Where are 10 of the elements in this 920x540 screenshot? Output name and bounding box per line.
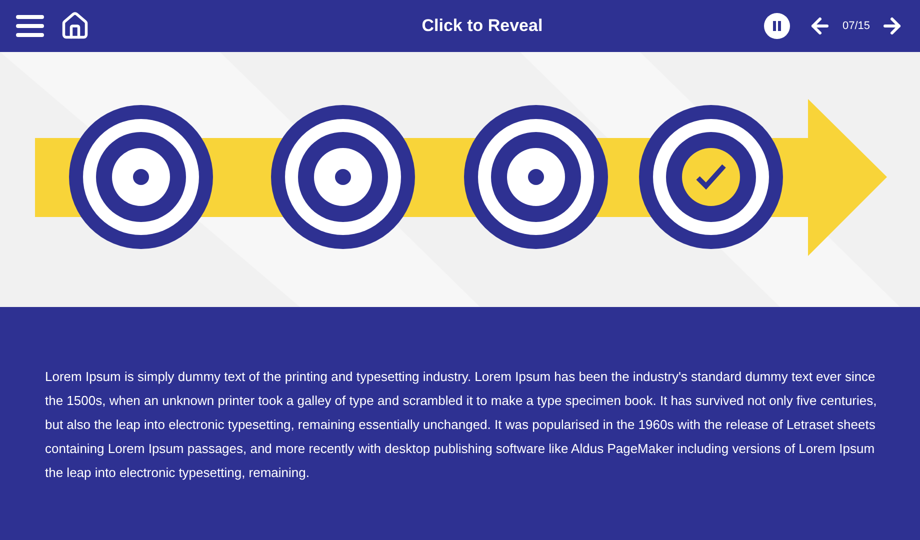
menu-icon[interactable] [16,15,44,37]
target-icon[interactable] [69,105,213,249]
home-icon[interactable] [60,11,90,41]
page-title: Click to Reveal [420,15,544,38]
target-icon[interactable] [271,105,415,249]
page-counter: 07/15 [842,18,870,34]
target-icon[interactable] [464,105,608,249]
pause-button[interactable] [764,13,790,39]
checked-target-icon[interactable] [639,105,783,249]
body-paragraph: Lorem Ipsum is simply dummy text of the printing and typesetting industry. Lorem Ipsum has been the industry's standard dummy text ever since the 1500s, when an unknown printer took a galley of type and scrambled it to make a type specimen book. It has survived not only five centuries, but also the leap into electronic typesetting, remaining essentially unchanged. It was popularised in the 1960s with the release of Letraset sheets containing Lorem Ipsum passages, and more recently with desktop publishing software like Aldus PageMaker including versions of Lorem Ipsum the leap into electronic typesetting, remaining. [45,368,878,482]
